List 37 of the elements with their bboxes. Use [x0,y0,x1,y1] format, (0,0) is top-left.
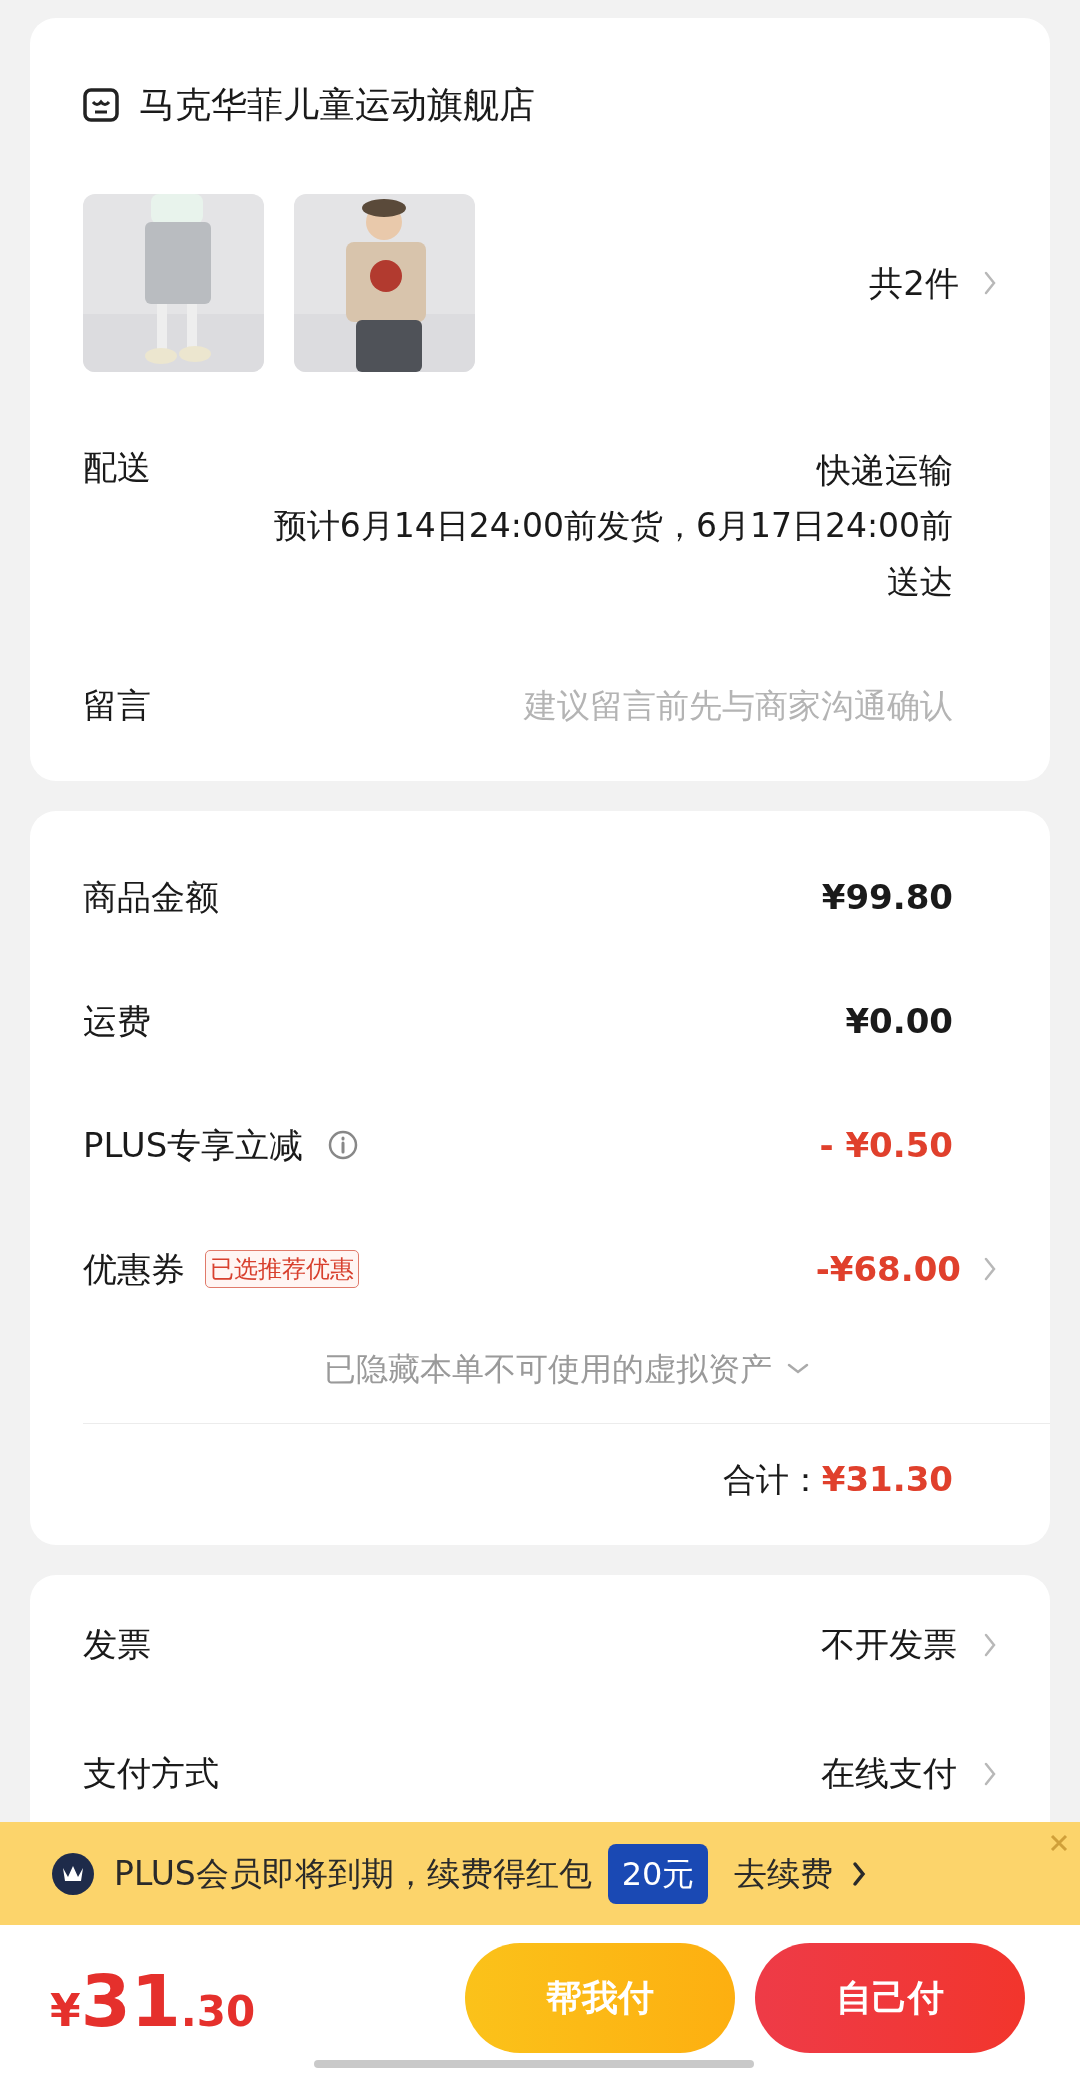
chevron-down-icon [785,1362,810,1376]
coupon-tag: 已选推荐优惠 [205,1250,359,1288]
item-count[interactable]: 共2件 [869,257,959,309]
option-label: 发票 [83,1623,151,1666]
delivery-label: 配送 [83,446,151,489]
message-field[interactable]: 建议留言前先与商家沟通确认 [353,680,953,731]
amount-label: 商品金额 [83,875,219,919]
message-label: 留言 [83,684,151,727]
delivery-method: 快递运输 [817,449,953,492]
plus-banner[interactable]: PLUS会员即将到期，续费得红包 20元 去续费 [0,1822,1080,1925]
chevron-right-icon [983,1631,997,1658]
chevron-right-icon [983,1760,997,1787]
amount-value: - ¥0.50 [819,1123,953,1167]
option-value[interactable]: 在线支付 [821,1748,957,1799]
renew-link[interactable]: 去续费 [734,1848,834,1899]
crown-icon [52,1852,94,1895]
option-value[interactable]: 不开发票 [821,1619,957,1670]
amount-value: -¥68.00 [815,1247,961,1291]
total-label: 合计： [722,1458,822,1501]
pay-button[interactable]: 自己付 [755,1942,1025,2053]
payable-price: ¥31.30 [50,1965,256,2044]
chevron-right-icon [851,1860,868,1887]
chevron-right-icon [983,1256,997,1282]
shop-icon [83,88,119,122]
amount-label: 运费 [83,999,151,1043]
amount-value: ¥99.80 [821,875,953,919]
amount-label: PLUS专享立减 [83,1123,304,1167]
chevron-right-icon [983,270,997,296]
store-name: 马克华菲儿童运动旗舰店 [139,83,535,127]
option-label: 支付方式 [83,1752,219,1795]
total-value: ¥31.30 [821,1458,953,1501]
delivery-estimate: 预计6月14日24:00前发货，6月17日24:00前送达 [272,505,953,603]
amount-label: 优惠券 [83,1247,185,1291]
amount-value: ¥0.00 [845,999,953,1043]
close-icon[interactable] [1048,1832,1070,1854]
banner-text: PLUS会员即将到期，续费得红包 [114,1852,592,1895]
reward-badge: 20元 [607,1843,709,1904]
